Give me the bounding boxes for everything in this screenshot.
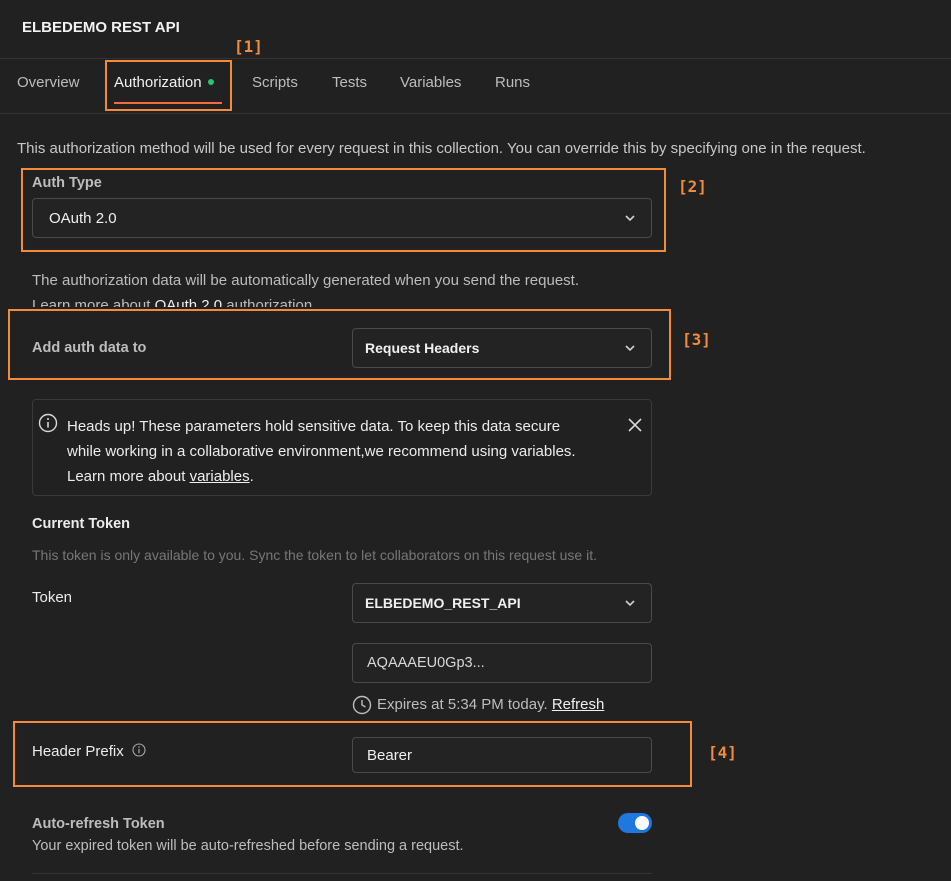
heads-up-line2: while working in a collaborative environ… (67, 443, 576, 460)
token-expiry: Expires at 5:34 PM today. Refresh (377, 696, 604, 713)
add-auth-data-value: Request Headers (365, 340, 480, 356)
annotation-box-1 (105, 60, 232, 111)
token-name: ELBEDEMO_REST_API (365, 595, 521, 611)
refresh-link[interactable]: Refresh (552, 696, 605, 713)
tab-variables[interactable]: Variables (400, 74, 461, 91)
add-auth-data-select[interactable]: Request Headers (352, 328, 652, 368)
auth-info-line1: The authorization data will be automatic… (32, 272, 580, 289)
auto-refresh-description: Your expired token will be auto-refreshe… (32, 838, 464, 854)
token-label: Token (32, 589, 73, 606)
chevron-down-icon (625, 600, 635, 607)
heads-up-prefix: Learn more about (67, 468, 190, 485)
tab-runs[interactable]: Runs (495, 74, 530, 91)
tab-tests[interactable]: Tests (332, 74, 367, 91)
heads-up-text: Heads up! These parameters hold sensitiv… (67, 414, 576, 489)
auth-type-value: OAuth 2.0 (49, 209, 117, 227)
bottom-divider (32, 873, 652, 874)
oauth-learn-more-link[interactable]: OAuth 2.0 (155, 297, 223, 307)
header-prefix-value: Bearer (367, 746, 413, 764)
chevron-down-icon (625, 345, 635, 352)
variables-link[interactable]: variables (190, 468, 250, 485)
header-divider (0, 58, 951, 59)
auto-refresh-title: Auto-refresh Token (32, 816, 165, 832)
tabs-divider (0, 113, 951, 114)
heads-up-suffix: . (249, 468, 254, 485)
chevron-down-icon (625, 215, 635, 222)
heads-up-line1: Heads up! These parameters hold sensitiv… (67, 418, 561, 435)
tab-overview[interactable]: Overview (17, 74, 80, 91)
expires-text: Expires at 5:34 PM today. (377, 696, 548, 713)
auth-info-suffix: authorization (222, 297, 313, 307)
toggle-knob (635, 816, 649, 830)
token-value: AQAAAEU0Gp3... (367, 655, 485, 671)
auth-description: This authorization method will be used f… (17, 140, 866, 157)
heads-up-callout: Heads up! These parameters hold sensitiv… (32, 399, 652, 496)
add-auth-data-label: Add auth data to (32, 340, 147, 356)
header-prefix-input[interactable]: Bearer (352, 737, 652, 773)
annotation-label-4: [4] (708, 743, 737, 762)
header-prefix-label-row: Header Prefix (32, 743, 146, 760)
auth-info-line2: Learn more about OAuth 2.0 authorization (32, 297, 312, 307)
heads-up-line3: Learn more about variables. (67, 464, 576, 489)
annotation-label-1: [1] (234, 37, 263, 56)
auto-refresh-toggle[interactable] (618, 813, 652, 833)
header-prefix-label: Header Prefix (32, 743, 124, 760)
token-select[interactable]: ELBEDEMO_REST_API (352, 583, 652, 623)
token-value-field[interactable]: AQAAAEU0Gp3... (352, 643, 652, 683)
current-token-heading: Current Token (32, 516, 131, 532)
auth-info-prefix: Learn more about (32, 297, 155, 307)
auth-type-select[interactable]: OAuth 2.0 (32, 198, 652, 238)
annotation-label-2: [2] (678, 177, 707, 196)
annotation-label-3: [3] (682, 330, 711, 349)
close-icon[interactable] (627, 417, 643, 433)
tab-scripts[interactable]: Scripts (252, 74, 298, 91)
clock-icon (352, 695, 372, 715)
auth-type-label: Auth Type (32, 175, 102, 191)
info-icon (38, 413, 58, 433)
collection-title: ELBEDEMO REST API (22, 19, 180, 36)
info-icon[interactable] (132, 743, 146, 757)
current-token-note: This token is only available to you. Syn… (32, 547, 597, 563)
